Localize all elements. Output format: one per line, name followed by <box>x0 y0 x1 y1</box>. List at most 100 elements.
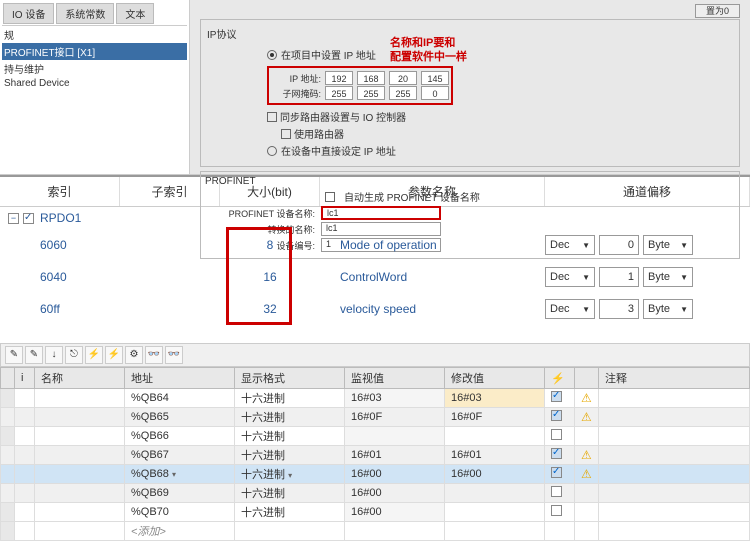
format-cell[interactable]: 十六进制 <box>235 446 345 465</box>
tree-tab[interactable]: 系统常数 <box>56 3 114 24</box>
apply-check[interactable] <box>551 391 562 402</box>
addr-cell[interactable]: %QB70 <box>125 503 235 522</box>
tool-icon[interactable]: ⎋ <box>65 346 83 364</box>
glasses-icon[interactable]: 👓 <box>165 346 183 364</box>
sync-router-check[interactable] <box>267 112 277 122</box>
tool-icon[interactable]: ✎ <box>25 346 43 364</box>
format-cell[interactable]: 十六进制 <box>235 503 345 522</box>
col-modify: 修改值 <box>445 368 545 389</box>
tool-icon[interactable]: ✎ <box>5 346 23 364</box>
watch-row[interactable]: %QB66十六进制 <box>1 427 750 446</box>
apply-check[interactable] <box>551 429 562 440</box>
watch-table: i 名称 地址 显示格式 监视值 修改值 ⚡ 注释 %QB64十六进制16#03… <box>0 367 750 541</box>
modify-cell[interactable]: 16#00 <box>445 465 545 484</box>
pdo-row: 6060 8 Mode of operation Dec▼ 0 Byte▼ <box>0 229 750 261</box>
tree-item[interactable]: 持与维护 <box>2 60 187 77</box>
col-chk <box>575 368 599 389</box>
watch-toolbar: ✎ ✎ ↓ ⎋ ⚡ ⚡ ⚙ 👓 👓 <box>0 343 750 367</box>
tree-root[interactable]: 规 <box>2 26 187 43</box>
watch-row[interactable]: %QB70十六进制16#00 <box>1 503 750 522</box>
row-marker <box>1 503 15 522</box>
apply-check[interactable] <box>551 467 562 478</box>
addr-cell[interactable]: %QB65 <box>125 408 235 427</box>
ip-octet[interactable]: 145 <box>421 71 449 85</box>
tool-icon[interactable]: ⚙ <box>125 346 143 364</box>
col-name: 名称 <box>35 368 125 389</box>
offset-input[interactable]: 3 <box>599 299 639 319</box>
mask-octet[interactable]: 255 <box>389 86 417 100</box>
col-index: 索引 <box>0 177 120 206</box>
pdo-row: 6040 16 ControlWord Dec▼ 1 Byte▼ <box>0 261 750 293</box>
tree-tab[interactable]: 文本 <box>116 3 154 24</box>
watch-row[interactable]: %QB65十六进制16#0F16#0F⚠ <box>1 408 750 427</box>
modify-cell[interactable]: 16#03 <box>445 389 545 408</box>
format-cell[interactable]: 十六进制 <box>235 408 345 427</box>
modify-cell[interactable] <box>445 503 545 522</box>
tool-icon[interactable]: ↓ <box>45 346 63 364</box>
zero-button[interactable]: 置为0 <box>695 4 740 18</box>
collapse-icon[interactable]: − <box>8 213 19 224</box>
col-monitor: 监视值 <box>345 368 445 389</box>
tree-tab[interactable]: IO 设备 <box>3 3 54 24</box>
unit-select[interactable]: Byte▼ <box>643 235 693 255</box>
apply-check[interactable] <box>551 410 562 421</box>
mask-octet[interactable]: 0 <box>421 86 449 100</box>
radio-project-ip[interactable] <box>267 50 277 60</box>
format-select[interactable]: Dec▼ <box>545 299 595 319</box>
apply-check[interactable] <box>551 505 562 516</box>
col-note: 注释 <box>599 368 750 389</box>
apply-check[interactable] <box>551 448 562 459</box>
monitor-cell: 16#01 <box>345 446 445 465</box>
unit-select[interactable]: Byte▼ <box>643 299 693 319</box>
config-top-section: IO 设备 系统常数 文本 规 PROFINET接口 [X1] 持与维护 Sha… <box>0 0 750 175</box>
ip-octet[interactable]: 20 <box>389 71 417 85</box>
glasses-icon[interactable]: 👓 <box>145 346 163 364</box>
warn-icon: ⚠ <box>581 467 592 481</box>
watch-row[interactable]: %QB64十六进制16#0316#03⚠ <box>1 389 750 408</box>
offset-input[interactable]: 1 <box>599 267 639 287</box>
format-select[interactable]: Dec▼ <box>545 267 595 287</box>
col-format: 显示格式 <box>235 368 345 389</box>
watch-row[interactable]: %QB67十六进制16#0116#01⚠ <box>1 446 750 465</box>
warn-icon: ⚠ <box>581 410 592 424</box>
tree-item[interactable]: Shared Device <box>2 77 187 90</box>
watch-row[interactable]: %QB68 ▾十六进制 ▾16#0016#00⚠ <box>1 465 750 484</box>
unit-select[interactable]: Byte▼ <box>643 267 693 287</box>
profinet-name-input[interactable]: lc1 <box>321 206 441 220</box>
monitor-cell: 16#00 <box>345 465 445 484</box>
offset-input[interactable]: 0 <box>599 235 639 255</box>
watch-table-section: ✎ ✎ ↓ ⎋ ⚡ ⚡ ⚙ 👓 👓 i 名称 地址 显示格式 监视值 修改值 ⚡… <box>0 343 750 541</box>
add-row[interactable]: <添加> <box>125 522 235 541</box>
modify-cell[interactable]: 16#01 <box>445 446 545 465</box>
auto-name-check[interactable] <box>325 192 335 202</box>
tool-icon[interactable]: ⚡ <box>85 346 103 364</box>
apply-check[interactable] <box>551 486 562 497</box>
use-router-check[interactable] <box>281 129 291 139</box>
format-cell[interactable]: 十六进制 <box>235 389 345 408</box>
pdo-row: 60ff 32 velocity speed Dec▼ 3 Byte▼ <box>0 293 750 325</box>
mask-octet[interactable]: 255 <box>357 86 385 100</box>
mask-octet[interactable]: 255 <box>325 86 353 100</box>
row-marker <box>1 446 15 465</box>
addr-cell[interactable]: %QB64 <box>125 389 235 408</box>
tree-profinet[interactable]: PROFINET接口 [X1] <box>2 43 187 60</box>
format-select[interactable]: Dec▼ <box>545 235 595 255</box>
addr-cell[interactable]: %QB66 <box>125 427 235 446</box>
monitor-cell <box>345 427 445 446</box>
config-panel: 置为0 名称和IP要和配置软件中一样 IP协议 在项目中设置 IP 地址 IP … <box>190 0 750 174</box>
addr-cell[interactable]: %QB68 ▾ <box>125 465 235 484</box>
ip-octet[interactable]: 192 <box>325 71 353 85</box>
modify-cell[interactable]: 16#0F <box>445 408 545 427</box>
radio-device-ip[interactable] <box>267 146 277 156</box>
modify-cell[interactable] <box>445 427 545 446</box>
addr-cell[interactable]: %QB67 <box>125 446 235 465</box>
col-i: i <box>15 368 35 389</box>
format-cell[interactable]: 十六进制 ▾ <box>235 465 345 484</box>
format-cell[interactable]: 十六进制 <box>235 427 345 446</box>
row-marker <box>1 465 15 484</box>
red-annotation: 名称和IP要和配置软件中一样 <box>390 36 467 64</box>
ip-protocol-group: IP协议 在项目中设置 IP 地址 IP 地址: 192 168 20 145 … <box>200 19 740 167</box>
ip-octet[interactable]: 168 <box>357 71 385 85</box>
tool-icon[interactable]: ⚡ <box>105 346 123 364</box>
rpdo-check[interactable] <box>23 213 34 224</box>
